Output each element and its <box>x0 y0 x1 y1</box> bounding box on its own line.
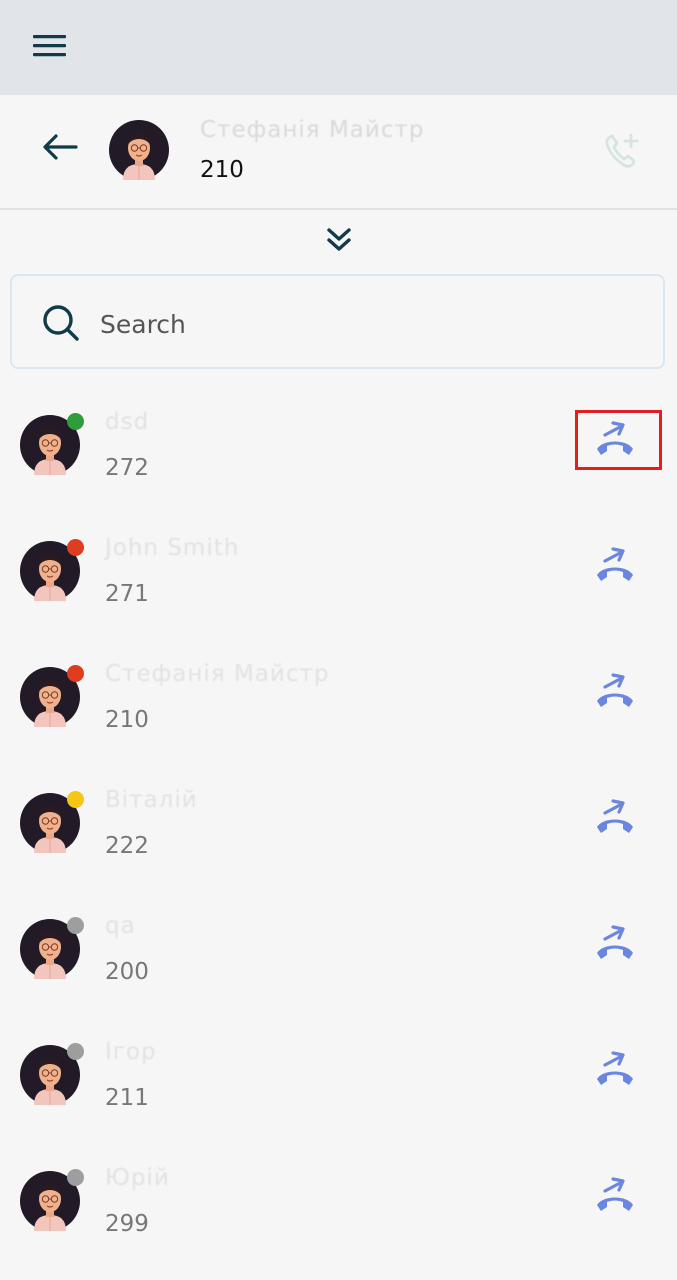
transfer-call-button[interactable] <box>593 921 637 965</box>
list-item: Стефанія Майстр 210 <box>0 623 677 749</box>
list-item: Ігор 211 <box>0 1001 677 1127</box>
transfer-call-button[interactable] <box>593 1047 637 1091</box>
list-item: Юрій 299 <box>0 1127 677 1253</box>
menu-button[interactable] <box>30 30 70 62</box>
transfer-call-button[interactable] <box>593 795 637 839</box>
search-input[interactable] <box>98 296 642 352</box>
search-box <box>10 274 665 369</box>
menu-icon <box>33 35 66 57</box>
call-transfer-icon <box>595 799 635 835</box>
expand-button[interactable] <box>322 225 356 255</box>
contact-extension: 210 <box>105 707 149 733</box>
contact-name: Стефанія Майстр <box>105 661 330 687</box>
contact-extension: 299 <box>105 1211 149 1237</box>
contact-extension: 222 <box>105 833 149 859</box>
status-indicator <box>67 413 84 430</box>
status-indicator <box>67 917 84 934</box>
contact-extension: 210 <box>200 157 244 183</box>
app-top-bar <box>0 0 677 95</box>
contact-extension: 200 <box>105 959 149 985</box>
call-transfer-icon <box>595 1051 635 1087</box>
call-transfer-icon <box>595 1177 635 1213</box>
back-button[interactable] <box>40 133 80 161</box>
chevron-double-down-icon <box>327 228 351 251</box>
call-transfer-icon <box>595 925 635 961</box>
transfer-call-button[interactable] <box>593 669 637 713</box>
active-call-header: Стефанія Майстр 210 <box>0 95 677 210</box>
transfer-call-button[interactable] <box>593 543 637 587</box>
list-item: qa 200 <box>0 875 677 1001</box>
contact-name: qa <box>105 913 136 939</box>
list-item: John Smith 271 <box>0 497 677 623</box>
add-call-icon <box>605 133 639 168</box>
contact-extension: 271 <box>105 581 149 607</box>
search-icon <box>43 305 79 341</box>
transfer-call-button[interactable] <box>593 1173 637 1217</box>
back-arrow-icon <box>43 134 78 160</box>
status-indicator <box>67 539 84 556</box>
status-indicator <box>67 791 84 808</box>
contact-extension: 272 <box>105 455 149 481</box>
contact-name: Юрій <box>105 1165 170 1191</box>
avatar <box>109 120 169 180</box>
contact-name: John Smith <box>105 535 240 561</box>
contact-extension: 211 <box>105 1085 149 1111</box>
contact-name: Стефанія Майстр <box>200 117 425 143</box>
status-indicator <box>67 665 84 682</box>
add-call-button[interactable] <box>602 131 642 171</box>
status-indicator <box>67 1169 84 1186</box>
contact-name: Ігор <box>105 1039 157 1065</box>
contact-name: dsd <box>105 409 150 435</box>
call-transfer-icon <box>595 673 635 709</box>
contact-name: Віталій <box>105 787 198 813</box>
call-transfer-icon <box>595 547 635 583</box>
list-item: Віталій 222 <box>0 749 677 875</box>
status-indicator <box>67 1043 84 1060</box>
highlight-box <box>575 410 662 470</box>
contact-list: dsd 272 John Smith 271 Стефанія Майстр 2… <box>0 371 677 1253</box>
